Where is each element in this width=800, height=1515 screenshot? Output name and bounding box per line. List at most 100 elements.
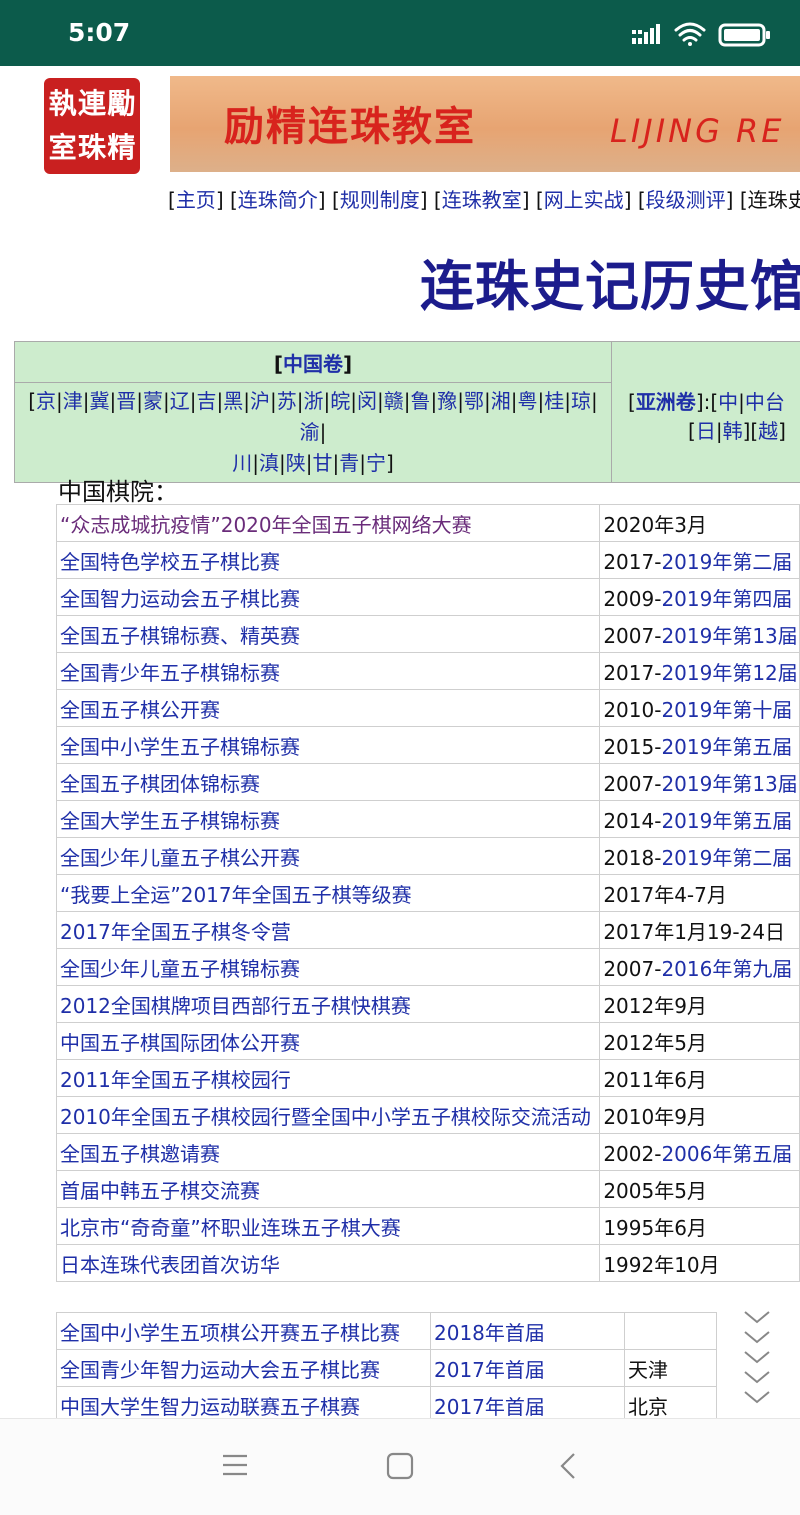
province-row1-link[interactable]: 桂: [544, 389, 564, 413]
status-bar: 5:07: [0, 0, 800, 66]
tournament-link[interactable]: 全国大学生五子棋锦标赛: [57, 801, 600, 838]
home-icon[interactable]: [386, 1452, 414, 1480]
table-row: 全国青少年五子棋锦标赛2017-2019年第12届: [57, 653, 800, 690]
province-row1-link[interactable]: 黑: [223, 389, 243, 413]
province-row1-link[interactable]: 津: [63, 389, 83, 413]
tournament-link[interactable]: 全国青少年五子棋锦标赛: [57, 653, 600, 690]
tournament-edition-link[interactable]: 2018年首届: [431, 1313, 625, 1350]
nav-intro[interactable]: 连珠简介: [238, 188, 318, 212]
table-row: 全国五子棋团体锦标赛2007-2019年第13届: [57, 764, 800, 801]
section-title: 中国棋院：: [58, 472, 178, 507]
tournament-date-cell: 2009-2019年第四届: [600, 579, 800, 616]
nav-online[interactable]: 网上实战: [544, 188, 624, 212]
province-row1-link[interactable]: 赣: [384, 389, 404, 413]
nav-home[interactable]: 主页: [176, 188, 216, 212]
tournament-edition-link[interactable]: 2016年第九届: [661, 957, 792, 981]
tournament-link[interactable]: 全国五子棋邀请赛: [57, 1134, 600, 1171]
link-asia-korea[interactable]: 韩: [723, 419, 743, 443]
tournament-date: 2010-: [603, 698, 661, 722]
tournament-link[interactable]: 2011年全国五子棋校园行: [57, 1060, 600, 1097]
tournament-edition-link[interactable]: 2019年第12届: [661, 661, 797, 685]
scroll-down-chevrons[interactable]: [742, 1306, 772, 1406]
tournament-edition-link[interactable]: 2019年第二届: [661, 550, 792, 574]
province-row1-link[interactable]: 吉: [197, 389, 217, 413]
tournament-link[interactable]: 2017年全国五子棋冬令营: [57, 912, 600, 949]
nav-history[interactable]: 连珠史: [748, 188, 800, 212]
province-row2-link[interactable]: 青: [339, 451, 359, 475]
province-row1-link[interactable]: 冀: [90, 389, 110, 413]
link-asia-volume[interactable]: 亚洲卷: [636, 390, 696, 414]
tournament-link[interactable]: 全国五子棋公开赛: [57, 690, 600, 727]
tournament-edition-link[interactable]: 2019年第13届: [661, 624, 797, 648]
province-row1-link[interactable]: 京: [36, 389, 56, 413]
tournament-edition-link[interactable]: 2017年首届: [431, 1350, 625, 1387]
province-row1-link[interactable]: 沪: [250, 389, 270, 413]
tournament-edition-link[interactable]: 2019年第二届: [661, 846, 792, 870]
tournament-edition-link[interactable]: 2019年第五届: [661, 809, 792, 833]
menu-icon[interactable]: [222, 1452, 248, 1478]
tournament-edition-link[interactable]: 2019年第13届: [661, 772, 797, 796]
province-row1-link[interactable]: 晋: [116, 389, 136, 413]
tournament-link[interactable]: 北京市“奇奇童”杯职业连珠五子棋大赛: [57, 1208, 600, 1245]
tournament-table-2: 全国中小学生五项棋公开赛五子棋比赛2018年首届全国青少年智力运动大会五子棋比赛…: [56, 1312, 717, 1418]
tournament-date-cell: 1992年10月: [600, 1245, 800, 1282]
tournament-edition-link[interactable]: 2006年第五届: [661, 1142, 792, 1166]
tournament-link[interactable]: 全国少年儿童五子棋公开赛: [57, 838, 600, 875]
province-row1-link[interactable]: 苏: [277, 389, 297, 413]
province-row1-link[interactable]: 琼: [571, 389, 591, 413]
tournament-link[interactable]: 中国五子棋国际团体公开赛: [57, 1023, 600, 1060]
tournament-link[interactable]: 全国青少年智力运动大会五子棋比赛: [57, 1350, 431, 1387]
tournament-edition-link[interactable]: 2017年首届: [431, 1387, 625, 1419]
link-china-volume[interactable]: 中国卷: [283, 352, 343, 376]
tournament-edition-link[interactable]: 2019年第五届: [661, 735, 792, 759]
province-row1-link[interactable]: 浙: [304, 389, 324, 413]
tournament-date: 2007-: [603, 957, 661, 981]
tournament-link[interactable]: 全国五子棋锦标赛、精英赛: [57, 616, 600, 653]
nav-rank-test[interactable]: 段级测评: [646, 188, 726, 212]
tournament-date: 2007-: [603, 772, 661, 796]
link-asia-japan[interactable]: 日: [696, 419, 716, 443]
tournament-link[interactable]: “我要上全运”2017年全国五子棋等级赛: [57, 875, 600, 912]
province-row2-link[interactable]: 川: [232, 451, 252, 475]
nav-classroom[interactable]: 连珠教室: [442, 188, 522, 212]
province-row1-link[interactable]: 豫: [437, 389, 457, 413]
province-row2-link[interactable]: 甘: [312, 451, 332, 475]
tournament-link[interactable]: 2012全国棋牌项目西部行五子棋快棋赛: [57, 986, 600, 1023]
province-row2-link[interactable]: 宁: [366, 451, 386, 475]
tournament-edition-link[interactable]: 2019年第四届: [661, 587, 792, 611]
province-row1-link[interactable]: 辽: [170, 389, 190, 413]
tournament-link[interactable]: 全国特色学校五子棋比赛: [57, 542, 600, 579]
tournament-link[interactable]: 2010年全国五子棋校园行暨全国中小学五子棋校际交流活动: [57, 1097, 600, 1134]
province-row1-link[interactable]: 鄂: [464, 389, 484, 413]
link-asia-china[interactable]: 中: [718, 390, 738, 414]
tournament-link[interactable]: 日本连珠代表团首次访华: [57, 1245, 600, 1282]
tournament-link[interactable]: 全国五子棋团体锦标赛: [57, 764, 600, 801]
province-row1-link[interactable]: 蒙: [143, 389, 163, 413]
table-row: 2012全国棋牌项目西部行五子棋快棋赛2012年9月: [57, 986, 800, 1023]
tournament-link[interactable]: 首届中韩五子棋交流赛: [57, 1171, 600, 1208]
nav-rules[interactable]: 规则制度: [340, 188, 420, 212]
table-row: 全国大学生五子棋锦标赛2014-2019年第五届: [57, 801, 800, 838]
tournament-link[interactable]: 全国少年儿童五子棋锦标赛: [57, 949, 600, 986]
link-asia-taiwan[interactable]: 中台: [745, 390, 785, 414]
tournament-link[interactable]: 中国大学生智力运动联赛五子棋赛: [57, 1387, 431, 1419]
tournament-link[interactable]: “众志成城抗疫情”2020年全国五子棋网络大赛: [57, 505, 600, 542]
province-row1-link[interactable]: 湘: [491, 389, 511, 413]
province-row1-link[interactable]: 闵: [357, 389, 377, 413]
tournament-link[interactable]: 全国智力运动会五子棋比赛: [57, 579, 600, 616]
tournament-edition-link[interactable]: 2019年第十届: [661, 698, 792, 722]
web-page: 執 連 勵 室 珠 精 励精连珠教室 LIJING RE [主页] [连珠简介]…: [0, 66, 800, 1418]
tournament-link[interactable]: 全国中小学生五子棋锦标赛: [57, 727, 600, 764]
back-icon[interactable]: [558, 1452, 578, 1480]
table-row: 全国青少年智力运动大会五子棋比赛2017年首届天津: [57, 1350, 717, 1387]
province-row1-link[interactable]: 皖: [330, 389, 350, 413]
tournament-place: 天津: [625, 1350, 717, 1387]
province-row1-link[interactable]: 鲁: [411, 389, 431, 413]
province-row2-link[interactable]: 滇: [259, 451, 279, 475]
province-row2-link[interactable]: 陕: [286, 451, 306, 475]
province-row1-link[interactable]: 粤: [518, 389, 538, 413]
china-volume-cell: [中国卷]: [15, 342, 612, 383]
link-asia-vietnam[interactable]: 越: [758, 419, 778, 443]
tournament-link[interactable]: 全国中小学生五项棋公开赛五子棋比赛: [57, 1313, 431, 1350]
province-row1-link[interactable]: 渝: [300, 420, 320, 444]
